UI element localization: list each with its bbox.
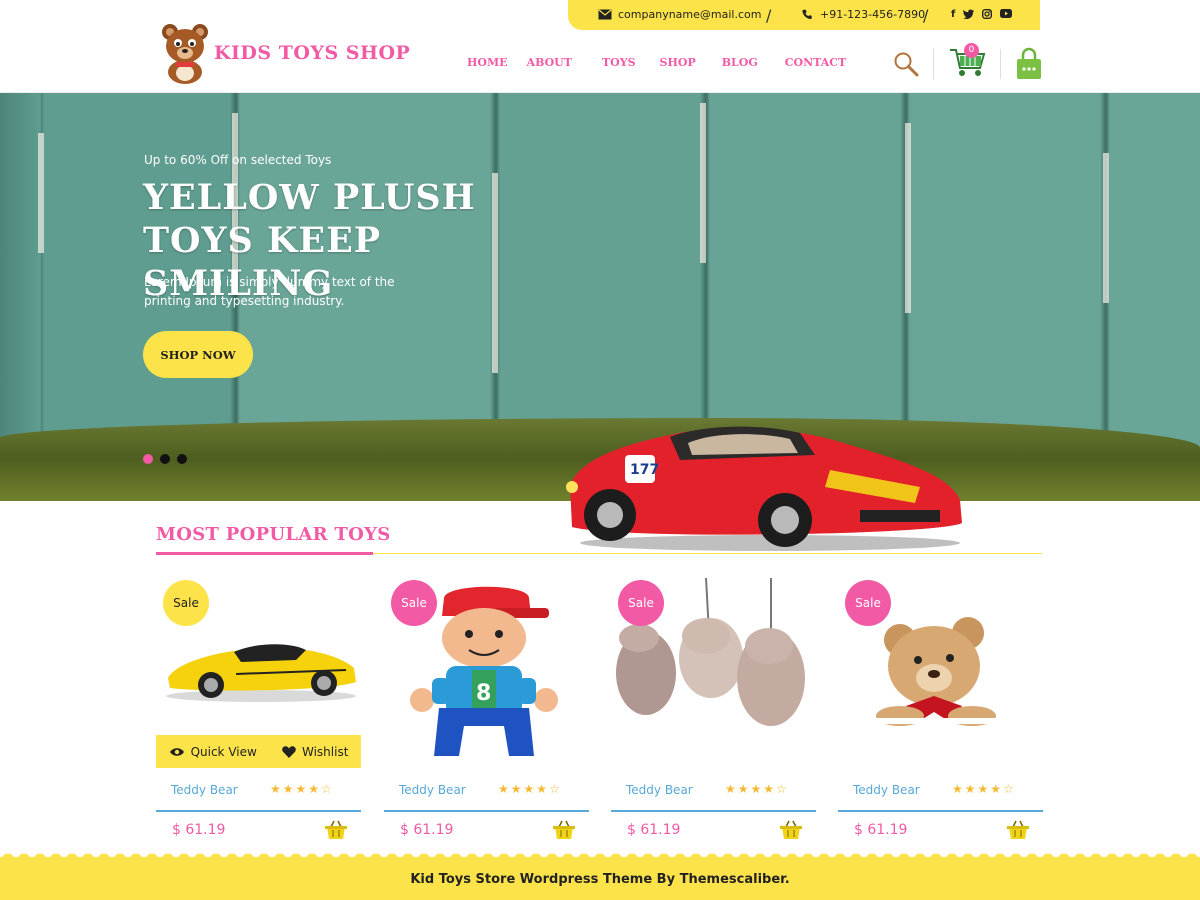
nav-home[interactable]: HOME (467, 56, 508, 69)
sale-badge: Sale (618, 580, 664, 626)
product-name[interactable]: Teddy Bear (399, 783, 466, 797)
product-name[interactable]: Teddy Bear (853, 783, 920, 797)
add-to-cart-basket-icon[interactable] (1006, 820, 1030, 840)
nav-contact[interactable]: CONTACT (785, 56, 846, 69)
search-icon[interactable] (893, 51, 919, 77)
nav-blog[interactable]: BLOG (722, 56, 758, 69)
phone-text: +91-123-456-7890 (820, 8, 926, 21)
product-divider (384, 810, 589, 812)
twitter-icon[interactable] (963, 9, 975, 19)
star-rating: ★★★★☆ (498, 782, 562, 796)
product-divider (611, 810, 816, 812)
logo[interactable]: KIDS TOYS SHOP (160, 22, 410, 84)
hero-subtitle: Up to 60% Off on selected Toys (144, 153, 332, 167)
hero-description: Lorem Ipsum is simply dummy text of the … (144, 275, 395, 308)
add-to-cart-basket-icon[interactable] (552, 820, 576, 840)
header-icons: 0 (893, 43, 1043, 82)
svg-text:8: 8 (476, 681, 491, 706)
star-rating: ★★★★☆ (952, 782, 1016, 796)
footer-credit: Kid Toys Store Wordpress Theme By Themes… (410, 872, 790, 887)
separator: / (766, 6, 772, 25)
logo-text: KIDS TOYS SHOP (214, 42, 411, 64)
sale-badge: Sale (845, 580, 891, 626)
phone-icon (802, 9, 812, 20)
product-divider (156, 810, 361, 812)
product-divider (838, 810, 1043, 812)
red-toy-car-image: 177 (566, 426, 962, 551)
quick-view-button[interactable]: Quick View (169, 745, 257, 759)
star-rating: ★★★★☆ (270, 782, 334, 796)
slider-dot-1[interactable] (143, 454, 153, 464)
site-footer: Kid Toys Store Wordpress Theme By Themes… (0, 852, 1200, 900)
nav-toys[interactable]: TOYS (602, 56, 636, 69)
product-price: $ 61.19 (627, 822, 681, 838)
contact-bar: companyname@mail.com / +91-123-456-7890 … (568, 0, 1040, 30)
shop-now-button[interactable]: SHOP NOW (143, 331, 253, 378)
sale-badge: Sale (163, 580, 209, 626)
wood-plank-mark (700, 103, 706, 263)
product-card[interactable]: Sale Quick View Wishlist Teddy Bear ★★★★… (156, 578, 361, 848)
product-card[interactable]: Sale Teddy Bear ★★★★☆ $ 61.19 (611, 578, 816, 848)
email-text: companyname@mail.com (618, 8, 762, 21)
slider-dot-3[interactable] (177, 454, 187, 464)
instagram-icon[interactable] (982, 9, 993, 19)
separator: / (923, 6, 929, 25)
cart-count-badge: 0 (964, 43, 979, 58)
facebook-icon[interactable]: f (951, 9, 955, 20)
main-nav: HOME ABOUT TOYS SHOP BLOG CONTACT (467, 56, 846, 69)
nav-shop[interactable]: SHOP (660, 56, 696, 69)
product-card[interactable]: Sale Teddy Bear ★★★★☆ $ 61.19 (838, 578, 1043, 848)
product-price: $ 61.19 (854, 822, 908, 838)
social-links: f (951, 9, 1013, 20)
section-title: MOST POPULAR TOYS (156, 524, 391, 545)
section-divider-accent (156, 552, 373, 555)
quick-view-label: Quick View (190, 744, 257, 759)
shopping-bag-icon[interactable] (1015, 47, 1043, 81)
star-rating: ★★★★☆ (725, 782, 789, 796)
slider-dot-2[interactable] (160, 454, 170, 464)
product-name[interactable]: Teddy Bear (626, 783, 693, 797)
page: KIDS TOYS SHOP HOME ABOUT TOYS SHOP BLOG… (0, 0, 1200, 900)
footer-wave (0, 852, 1200, 860)
product-price: $ 61.19 (172, 822, 226, 838)
product-card[interactable]: Sale 8 Teddy Bear ★★★★☆ $ 61.19 (384, 578, 589, 848)
eye-icon (169, 747, 184, 756)
product-name[interactable]: Teddy Bear (171, 783, 238, 797)
cart-button[interactable]: 0 (948, 43, 986, 82)
teddy-bear-logo-icon (162, 24, 208, 84)
mail-icon (598, 9, 612, 20)
add-to-cart-basket-icon[interactable] (779, 820, 803, 840)
contact-email[interactable]: companyname@mail.com (598, 8, 761, 21)
wood-plank-mark (1103, 153, 1109, 303)
add-to-cart-basket-icon[interactable] (324, 820, 348, 840)
nav-about[interactable]: ABOUT (527, 56, 572, 69)
product-actions-bar: Quick View Wishlist (156, 735, 361, 768)
header-divider (1000, 49, 1001, 79)
sale-badge: Sale (391, 580, 437, 626)
heart-icon (282, 745, 296, 758)
product-price: $ 61.19 (400, 822, 454, 838)
wood-plank-mark (905, 123, 911, 313)
header-divider (933, 49, 934, 79)
contact-phone[interactable]: +91-123-456-7890 (800, 8, 925, 21)
wishlist-button[interactable]: Wishlist (282, 745, 348, 759)
slider-dots (143, 454, 187, 464)
svg-text:177: 177 (630, 462, 659, 478)
wishlist-label: Wishlist (301, 744, 349, 759)
wood-plank-mark (38, 133, 44, 253)
youtube-icon[interactable] (1000, 9, 1013, 18)
